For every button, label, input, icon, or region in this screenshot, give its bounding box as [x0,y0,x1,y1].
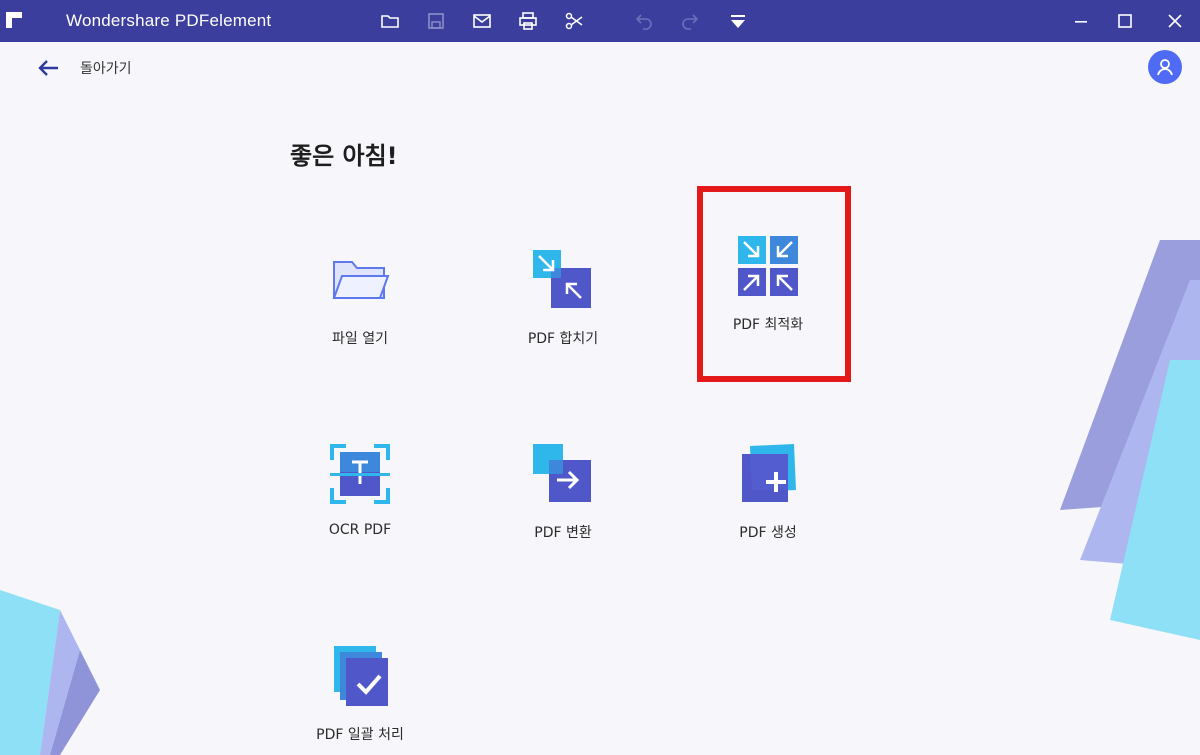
decorative-sheets-right [1060,240,1200,640]
tile-ocr-pdf[interactable]: OCR PDF [280,420,440,570]
app-title: Wondershare PDFelement [66,11,272,30]
tile-label: PDF 변환 [534,525,592,541]
tile-label: 파일 열기 [332,331,388,347]
tile-create-pdf[interactable]: PDF 생성 [688,420,848,570]
tile-batch-process[interactable]: PDF 일괄 처리 [280,622,440,755]
user-avatar[interactable] [1148,50,1182,84]
tile-label: PDF 합치기 [527,331,599,347]
dropdown-icon[interactable] [726,9,750,33]
ocr-icon [328,442,392,506]
title-bar: Wondershare PDFelement [0,0,1200,42]
mail-icon[interactable] [470,9,494,33]
highlight-box [697,186,851,382]
scissors-icon[interactable] [562,9,586,33]
open-folder-icon [328,248,392,312]
back-button[interactable]: 돌아가기 [36,54,132,82]
user-icon [1157,59,1173,76]
tile-label: OCR PDF [328,522,392,538]
tile-label: PDF 생성 [739,525,797,541]
back-label: 돌아가기 [80,61,132,77]
save-icon[interactable] [424,9,448,33]
arrow-left-icon [36,58,62,78]
tile-combine-pdf[interactable]: PDF 합치기 [483,226,643,376]
close-icon[interactable] [1160,8,1190,34]
tile-convert-pdf[interactable]: PDF 변환 [483,420,643,570]
tile-label: PDF 일괄 처리 [316,727,404,743]
greeting-title: 좋은 아침! [290,142,398,170]
create-pdf-icon [736,442,800,506]
tile-open-file[interactable]: 파일 열기 [280,226,440,376]
folder-icon[interactable] [378,9,402,33]
decorative-sheets-left [0,590,100,755]
batch-process-icon [328,644,392,708]
redo-icon[interactable] [678,9,702,33]
combine-pdf-icon [531,248,595,312]
print-icon[interactable] [516,9,540,33]
convert-pdf-icon [531,442,595,506]
maximize-icon[interactable] [1110,8,1140,34]
undo-icon[interactable] [632,9,656,33]
minimize-icon[interactable] [1066,8,1096,34]
app-logo-icon [6,12,22,28]
